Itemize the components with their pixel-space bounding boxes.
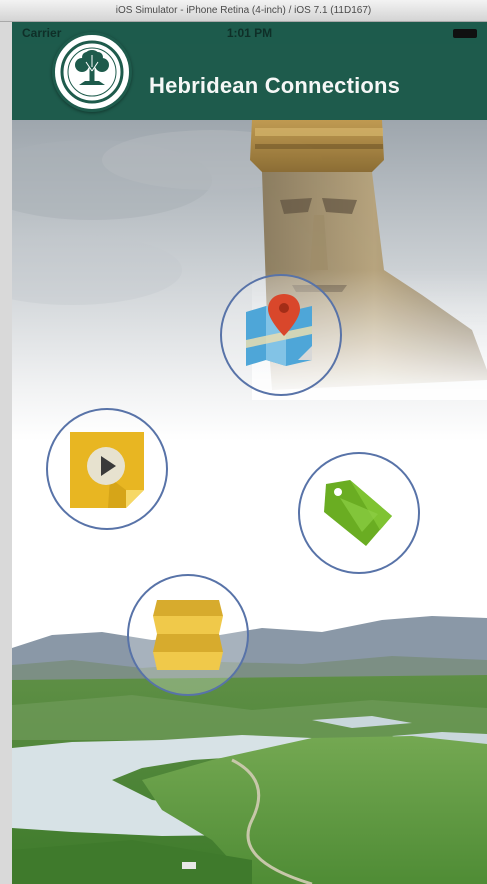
phone-screen: Carrier 1:01 PM Hebridean Connections xyxy=(12,22,487,884)
app-title: Hebridean Connections xyxy=(149,73,401,98)
map-button[interactable] xyxy=(220,274,342,396)
media-button[interactable] xyxy=(46,408,168,530)
folded-map-icon xyxy=(153,600,223,670)
battery-icon xyxy=(453,29,477,38)
simulator-title-bar: iOS Simulator - iPhone Retina (4-inch) /… xyxy=(0,0,487,22)
tree-logo-icon[interactable] xyxy=(52,32,132,112)
tag-icon xyxy=(324,480,392,546)
play-icon xyxy=(70,432,144,508)
folded-map-button[interactable] xyxy=(127,574,249,696)
tag-button[interactable] xyxy=(298,452,420,574)
map-pin-icon xyxy=(246,294,312,366)
